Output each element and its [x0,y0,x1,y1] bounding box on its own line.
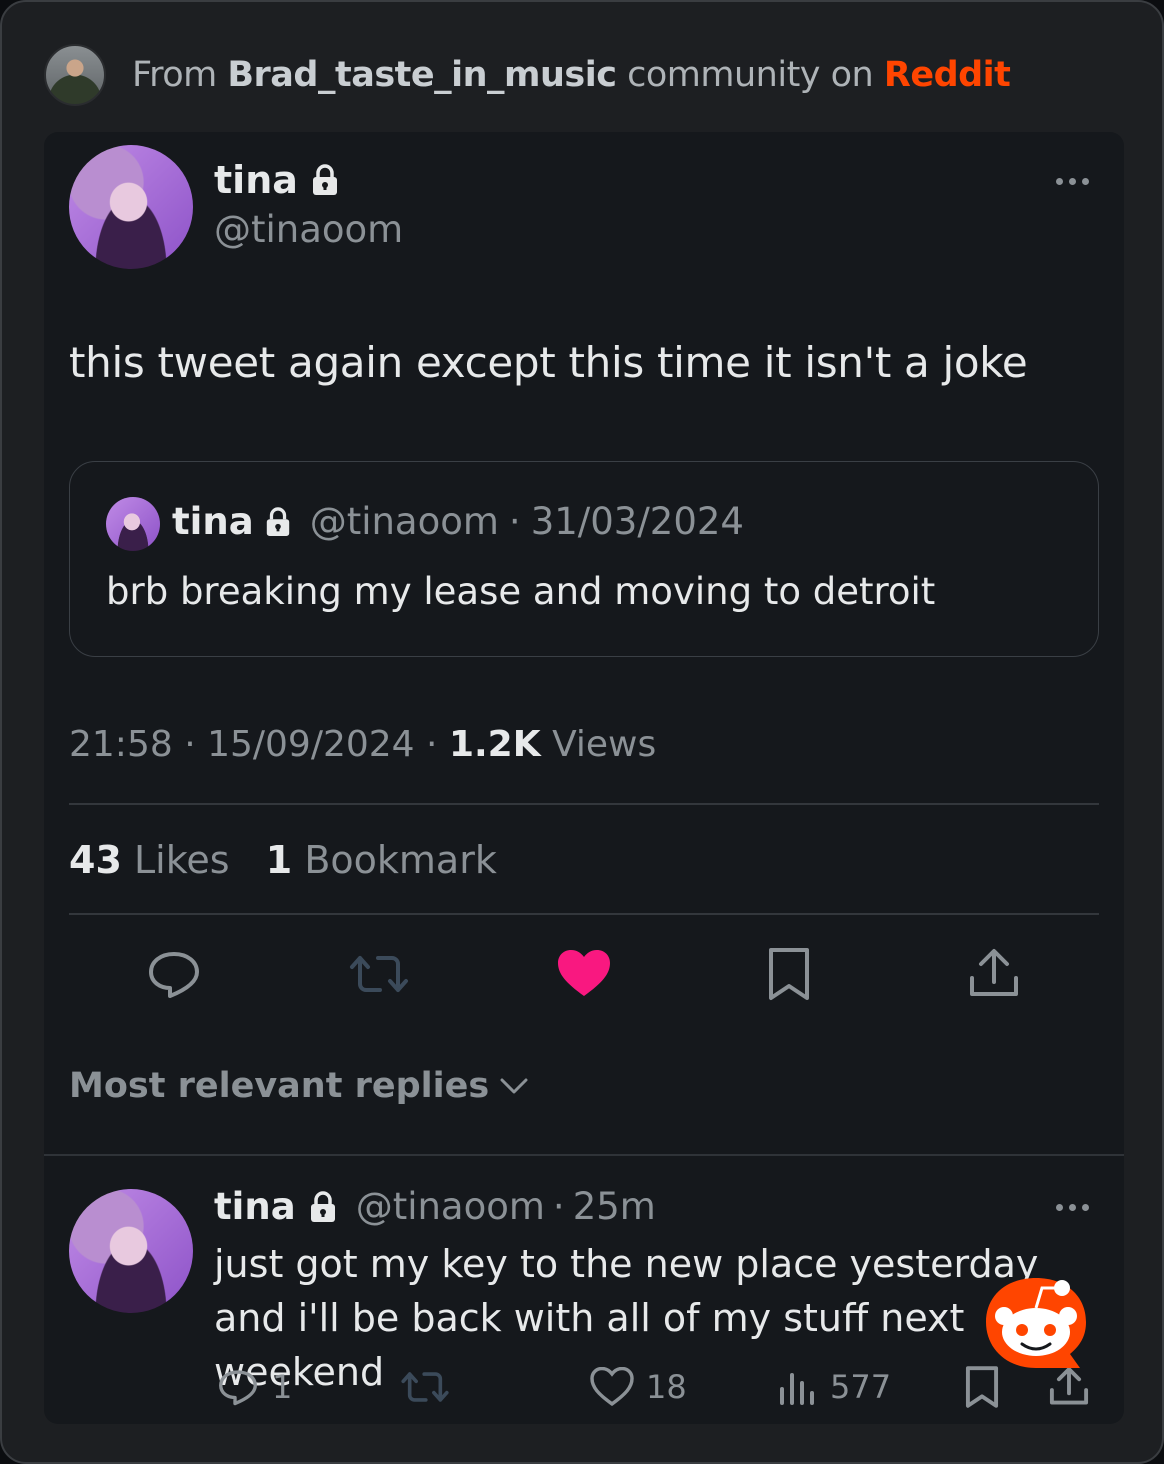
quote-handle: @tinaoom [309,500,499,543]
source-prefix: From [132,55,217,95]
source-text: From Brad_taste_in_music community on Re… [132,55,1011,95]
reply-more-icon[interactable] [1056,1204,1089,1211]
reply-view-count: 577 [830,1368,892,1406]
tweet-meta: 21:58 · 15/09/2024 · 1.2K Views [69,724,657,765]
divider [69,913,1099,915]
quote-date: 31/03/2024 [530,500,744,543]
bookmark-button[interactable] [757,942,821,1006]
share-button[interactable] [962,942,1026,1006]
heart-icon [558,950,610,996]
reply-handle[interactable]: @tinaoom [356,1185,545,1228]
views-count: 1.2K [448,724,541,765]
reply-like-button[interactable]: 18 [590,1362,687,1412]
community-avatar [44,44,106,106]
bookmarks-label: Bookmark [304,838,497,882]
quoted-tweet[interactable]: tina @tinaoom · 31/03/2024 brb breaking … [69,461,1099,657]
section-divider [44,1154,1124,1156]
heart-icon [590,1367,634,1407]
retweet-button[interactable] [347,942,411,1006]
reply-retweet-button[interactable] [400,1362,450,1412]
lock-icon [312,164,337,195]
tweet-stats: 43 Likes 1 Bookmark [69,838,497,882]
divider [69,803,1099,805]
share-icon [970,949,1018,996]
tweet-action-bar [44,942,1124,1006]
author-name-text: tina [214,158,298,202]
reply-views-button[interactable]: 577 [778,1362,891,1412]
reply-action-bar: 1 18 577 [44,1362,1124,1412]
source-header: From Brad_taste_in_music community on Re… [44,42,1011,108]
quote-text: brb breaking my lease and moving to detr… [106,570,936,613]
tweet-text: this tweet again except this time it isn… [69,338,1028,387]
platform-name[interactable]: Reddit [884,55,1011,95]
replies-sort-dropdown[interactable]: Most relevant replies [69,1066,529,1106]
source-middle: community on [627,55,874,95]
bookmarks-count: 1 [265,838,293,882]
likes-label: Likes [133,838,230,882]
bookmark-icon [769,948,809,1000]
chevron-down-icon [500,1078,528,1094]
views-label: Views [552,724,657,765]
reply-icon [219,1370,257,1406]
reply-age: 25m [572,1185,656,1228]
retweet-icon [350,956,408,992]
community-name[interactable]: Brad_taste_in_music [227,55,617,95]
author-handle[interactable]: @tinaoom [214,208,403,251]
reply-author-header: tina @tinaoom · 25m [214,1185,656,1228]
quote-header: tina @tinaoom · 31/03/2024 [172,500,744,543]
lock-icon [266,506,289,536]
retweet-icon [401,1372,449,1402]
reply-button[interactable] [142,942,206,1006]
author-name[interactable]: tina [214,158,340,202]
lock-icon [310,1190,335,1222]
reply-like-count: 18 [646,1368,687,1406]
like-button[interactable] [552,942,616,1006]
likes-stat[interactable]: 43 Likes [69,838,230,882]
reply-reply-count: 1 [272,1368,293,1406]
author-avatar[interactable] [69,145,193,269]
reddit-snoo-icon [986,1278,1086,1368]
reply-separator: · [552,1185,565,1228]
more-icon[interactable] [1056,178,1089,185]
reply-icon [149,952,199,998]
tweet-date: 15/09/2024 [207,724,415,765]
quote-separator: · [508,500,521,543]
likes-count: 43 [69,838,122,882]
replies-sort-label: Most relevant replies [69,1066,490,1106]
views-icon [780,1373,814,1405]
quote-avatar [106,497,160,551]
tweet-card: tina @tinaoom this tweet again except th… [44,132,1124,1424]
reply-author-name[interactable]: tina [214,1185,296,1228]
tweet-time: 21:58 [69,724,173,765]
reply-reply-button[interactable]: 1 [216,1362,292,1412]
reply-author-avatar[interactable] [69,1189,193,1313]
bookmarks-stat[interactable]: 1 Bookmark [266,838,497,882]
share-frame: From Brad_taste_in_music community on Re… [0,0,1164,1464]
quote-author-name: tina [172,500,254,543]
